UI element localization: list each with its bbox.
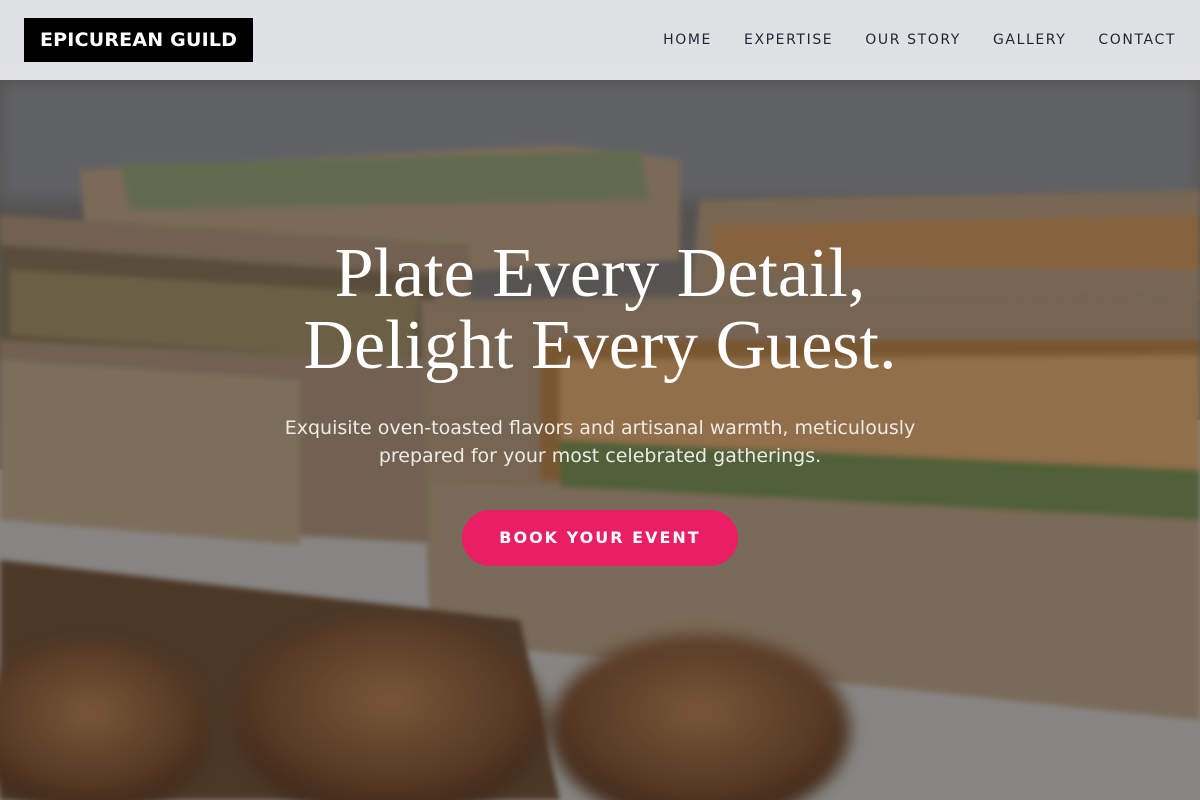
- hero-content: Plate Every Detail, Delight Every Guest.…: [0, 238, 1200, 566]
- main-nav: HOME EXPERTISE OUR STORY GALLERY CONTACT: [631, 32, 1176, 48]
- brand-logo[interactable]: EPICUREAN GUILD: [24, 18, 254, 62]
- hero-headline-line-1: Plate Every Detail,: [334, 235, 866, 312]
- hero-subtitle: Exquisite oven-toasted flavors and artis…: [284, 417, 916, 467]
- nav-link-our-story[interactable]: OUR STORY: [865, 32, 961, 48]
- hero-headline-line-2: Delight Every Guest.: [303, 307, 897, 384]
- hero-headline: Plate Every Detail, Delight Every Guest.: [0, 238, 1200, 382]
- book-event-button[interactable]: BOOK YOUR EVENT: [462, 510, 738, 566]
- nav-link-home[interactable]: HOME: [663, 32, 712, 48]
- nav-link-gallery[interactable]: GALLERY: [993, 32, 1066, 48]
- site-header: EPICUREAN GUILD HOME EXPERTISE OUR STORY…: [0, 0, 1200, 80]
- nav-link-expertise[interactable]: EXPERTISE: [744, 32, 833, 48]
- nav-link-contact[interactable]: CONTACT: [1098, 32, 1176, 48]
